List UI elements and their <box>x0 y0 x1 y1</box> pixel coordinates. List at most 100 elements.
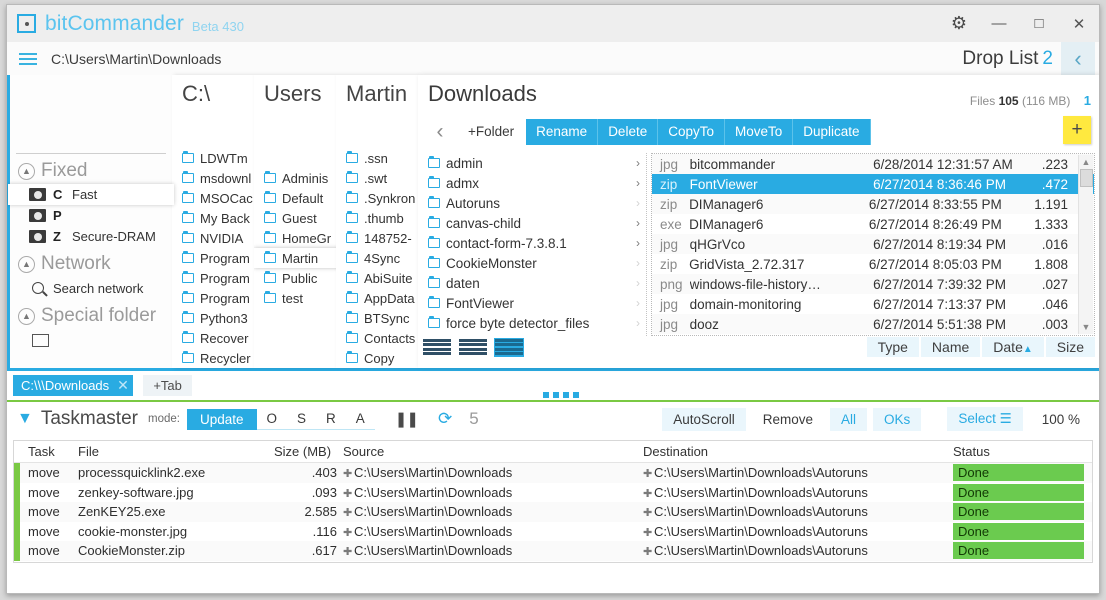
tree-item[interactable]: 4Sync <box>336 248 418 268</box>
tree-list[interactable]: Adminis Default Guest HomeGr Martin Publ… <box>254 148 336 368</box>
mode-a-button[interactable]: A <box>345 408 375 430</box>
tree-item[interactable]: Program <box>172 268 254 288</box>
list-item[interactable]: CookieMonster › <box>422 253 646 273</box>
tree-item[interactable]: msdownl <box>172 168 254 188</box>
details-view-icon[interactable] <box>494 337 524 357</box>
sidebar-drive-c[interactable]: C Fast <box>8 184 174 205</box>
table-row[interactable]: move zenkey-software.jpg .093 ✚ C:\Users\… <box>14 482 1092 502</box>
sidebar-drive-z[interactable]: Z Secure-DRAM <box>10 226 172 247</box>
chevron-right-icon[interactable]: › <box>636 196 646 210</box>
tree-item[interactable]: Copy <box>336 348 418 368</box>
tree-item[interactable]: AbiSuite <box>336 268 418 288</box>
close-icon[interactable]: ✕ <box>1059 10 1099 38</box>
chevron-right-icon[interactable]: › <box>636 256 646 270</box>
sidebar-group-network[interactable]: ▲ Network <box>10 247 172 277</box>
reload-icon[interactable]: ⟳ <box>430 409 460 429</box>
table-row[interactable]: move cookie-monster.jpg .116 ✚ C:\Users\M… <box>14 521 1092 541</box>
drag-grip-icon[interactable] <box>543 392 579 398</box>
sidebar-group-fixed[interactable]: ▲ Fixed <box>10 154 172 184</box>
chevron-right-icon[interactable]: › <box>636 276 646 290</box>
table-row[interactable]: move processquicklink2.exe .403 ✚ C:\User… <box>14 463 1092 483</box>
scroll-down-icon[interactable]: ▼ <box>1079 320 1093 334</box>
table-row[interactable]: move ZenKEY25.exe 2.585 ✚ C:\Users\Martin… <box>14 502 1092 522</box>
drop-list-button[interactable]: Drop List 2 <box>962 48 1053 70</box>
select-button[interactable]: Select ☰ <box>947 407 1023 431</box>
list-item[interactable]: admx › <box>422 173 646 193</box>
sort-name-button[interactable]: Name <box>920 337 981 357</box>
add-tab-button[interactable]: +Tab <box>143 375 192 396</box>
tab-downloads[interactable]: C:\\\Downloads ✕ <box>13 375 133 396</box>
delete-button[interactable]: Delete <box>598 119 659 145</box>
plus-note-icon[interactable]: + <box>1063 116 1091 144</box>
table-row[interactable]: move CookieMonster.zip .617 ✚ C:\Users\Ma… <box>14 541 1092 561</box>
table-row[interactable]: jpg bitcommander 6/28/2014 12:31:57 AM .223 <box>652 154 1094 174</box>
close-icon[interactable]: ✕ <box>117 377 129 394</box>
tree-item[interactable]: .thumb <box>336 208 418 228</box>
table-row[interactable]: jpg domain-monitoring 6/27/2014 7:13:37 PM… <box>652 294 1094 314</box>
copy-to-button[interactable]: CopyTo <box>658 119 725 145</box>
mode-r-button[interactable]: R <box>316 408 346 430</box>
tree-item[interactable]: test <box>254 288 336 308</box>
tree-item[interactable]: Recover <box>172 328 254 348</box>
rename-button[interactable]: Rename <box>526 119 599 145</box>
tree-item[interactable]: Adminis <box>254 168 336 188</box>
duplicate-button[interactable]: Duplicate <box>793 119 871 145</box>
tree-item[interactable]: .swt <box>336 168 418 188</box>
move-to-button[interactable]: MoveTo <box>725 119 794 145</box>
list-item[interactable]: admin › <box>422 153 646 173</box>
update-button[interactable]: Update <box>186 408 257 430</box>
chevron-right-icon[interactable]: › <box>636 316 646 330</box>
mode-o-button[interactable]: O <box>256 408 288 430</box>
chevron-left-icon[interactable]: ‹ <box>1061 42 1095 75</box>
tree-item[interactable]: Guest <box>254 208 336 228</box>
tree-item[interactable]: .ssn <box>336 148 418 168</box>
autoscroll-button[interactable]: AutoScroll <box>662 407 746 431</box>
tree-item[interactable]: Recycler <box>172 348 254 368</box>
remove-button[interactable]: Remove <box>752 408 824 431</box>
table-row[interactable]: exe DIManager6 6/27/2014 8:26:49 PM 1.333 <box>652 214 1094 234</box>
list-view-icon[interactable] <box>458 338 488 357</box>
tree-item[interactable]: My Back <box>172 208 254 228</box>
pause-icon[interactable]: ❚❚ <box>383 410 430 428</box>
sidebar-special-item[interactable] <box>10 329 172 351</box>
tree-item[interactable]: .Synkron <box>336 188 418 208</box>
table-row[interactable]: zip GridVista_2.72.317 6/27/2014 8:05:03 P… <box>652 254 1094 274</box>
table-row[interactable]: zip DIManager6 6/27/2014 8:33:55 PM 1.191 <box>652 194 1094 214</box>
tree-item[interactable]: HomeGr <box>254 228 336 248</box>
chevron-right-icon[interactable]: › <box>636 176 646 190</box>
mode-s-button[interactable]: S <box>287 408 317 430</box>
scroll-up-icon[interactable]: ▲ <box>1079 155 1093 169</box>
tree-list[interactable]: LDWTm msdownl MSOCac My Back NVIDIA Prog… <box>172 148 254 368</box>
tree-item[interactable]: 148752- <box>336 228 418 248</box>
gear-icon[interactable]: ⚙ <box>939 10 979 38</box>
minimize-icon[interactable]: — <box>979 10 1019 38</box>
zoom-level[interactable]: 100 % <box>1033 408 1089 431</box>
tree-item[interactable]: BTSync <box>336 308 418 328</box>
scrollbar-thumb[interactable] <box>1080 169 1093 187</box>
chevron-down-icon[interactable]: ▼ <box>13 410 41 428</box>
back-button[interactable]: ‹ <box>424 119 456 145</box>
sort-date-button[interactable]: Date▲ <box>982 337 1044 357</box>
tree-item[interactable]: Contacts <box>336 328 418 348</box>
table-row[interactable]: png windows-file-history… 6/27/2014 7:39:3… <box>652 274 1094 294</box>
table-row-selected[interactable]: zip FontViewer 6/27/2014 8:36:46 PM .472 <box>652 174 1094 194</box>
list-item[interactable]: force byte detector_files › <box>422 313 646 333</box>
sidebar-drive-p[interactable]: P <box>10 205 172 226</box>
sidebar-item-search-network[interactable]: Search network <box>10 277 172 299</box>
list-item[interactable]: FontViewer › <box>422 293 646 313</box>
folder-list[interactable]: admin › admx › Autoruns › canvas-child › con… <box>422 153 647 336</box>
list-item[interactable]: contact-form-7.3.8.1 › <box>422 233 646 253</box>
current-path[interactable]: C:\Users\Martin\Downloads <box>51 51 221 67</box>
tree-item[interactable]: NVIDIA <box>172 228 254 248</box>
list-item[interactable]: Autoruns › <box>422 193 646 213</box>
tree-list[interactable]: .ssn .swt .Synkron .thumb 148752- 4Sync … <box>336 148 418 368</box>
tree-item[interactable]: Program <box>172 288 254 308</box>
sort-size-button[interactable]: Size <box>1045 337 1095 357</box>
tree-item[interactable]: Program <box>172 248 254 268</box>
remove-all-button[interactable]: All <box>830 407 868 431</box>
maximize-icon[interactable]: □ <box>1019 10 1059 38</box>
thumbnails-view-icon[interactable] <box>422 337 452 357</box>
tree-item[interactable]: MSOCac <box>172 188 254 208</box>
list-item[interactable]: daten › <box>422 273 646 293</box>
tree-item[interactable]: Default <box>254 188 336 208</box>
